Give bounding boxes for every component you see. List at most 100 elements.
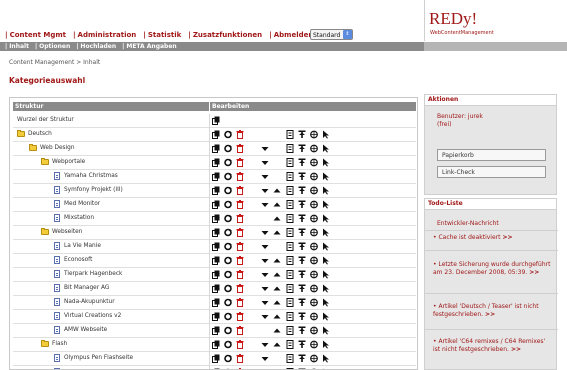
copy-icon[interactable] [212,242,220,251]
globe-icon[interactable] [310,298,318,307]
tree-item-label[interactable]: AMW Webseite [64,327,107,333]
refresh-icon[interactable] [224,340,232,349]
tree-item-label[interactable]: La Vie Manie [64,243,101,249]
refresh-icon[interactable] [224,312,232,321]
trash-icon[interactable] [236,326,244,335]
arrow-down-icon[interactable] [261,158,269,167]
page-icon[interactable] [54,326,60,334]
trash-icon[interactable] [236,242,244,251]
page-icon[interactable] [54,298,60,306]
move-icon[interactable] [298,242,306,251]
move-icon[interactable] [298,200,306,209]
trash-icon[interactable] [236,270,244,279]
folder-icon[interactable] [29,144,37,151]
arrow-up-icon[interactable] [273,298,281,307]
move-icon[interactable] [298,284,306,293]
trash-icon[interactable] [236,340,244,349]
document-icon[interactable] [286,158,294,167]
more-link[interactable]: >> [502,234,512,241]
arrow-down-icon[interactable] [261,144,269,153]
copy-icon[interactable] [212,130,220,139]
page-icon[interactable] [54,200,60,208]
cursor-icon[interactable] [322,200,330,209]
cursor-icon[interactable] [322,312,330,321]
move-icon[interactable] [298,130,306,139]
arrow-up-icon[interactable] [273,214,281,223]
copy-icon[interactable] [212,200,220,209]
globe-icon[interactable] [310,144,318,153]
globe-icon[interactable] [310,312,318,321]
tree-item-label[interactable]: Webportale [52,159,85,165]
tree-item-label[interactable]: Symfony Projekt (III) [64,187,123,193]
copy-icon[interactable] [212,228,220,237]
cursor-icon[interactable] [322,186,330,195]
trash-icon[interactable] [236,228,244,237]
arrow-up-icon[interactable] [273,256,281,265]
nav-content-mgmt[interactable]: Content Mgmt [10,31,66,39]
page-icon[interactable] [54,284,60,292]
copy-icon[interactable] [212,158,220,167]
nav-abmelden[interactable]: Abmelden [274,31,314,39]
tree-item-label[interactable]: Tierpark Hagenbeck [64,271,122,277]
refresh-icon[interactable] [224,242,232,251]
folder-icon[interactable] [17,130,25,137]
nav-administration[interactable]: Administration [78,31,137,39]
subnav-optionen[interactable]: | Optionen [35,43,70,50]
globe-icon[interactable] [310,130,318,139]
subnav-hochladen[interactable]: | Hochladen [76,43,116,50]
move-icon[interactable] [298,144,306,153]
tree-item-label[interactable]: Webseiten [52,229,82,235]
globe-icon[interactable] [310,242,318,251]
folder-icon[interactable] [41,340,49,347]
trash-icon[interactable] [236,298,244,307]
tree-item-label[interactable]: Bit Manager AG [64,285,109,291]
trash-icon[interactable] [236,172,244,181]
folder-icon[interactable] [41,158,49,165]
refresh-icon[interactable] [224,228,232,237]
globe-icon[interactable] [310,214,318,223]
arrow-down-icon[interactable] [261,200,269,209]
copy-icon[interactable] [212,144,220,153]
cursor-icon[interactable] [322,284,330,293]
cursor-icon[interactable] [322,270,330,279]
subnav-inhalt[interactable]: | Inhalt [5,43,29,50]
globe-icon[interactable] [310,186,318,195]
trash-icon[interactable] [236,256,244,265]
move-icon[interactable] [298,186,306,195]
move-icon[interactable] [298,158,306,167]
copy-icon[interactable] [212,284,220,293]
link-check-button[interactable]: Link-Check [437,166,546,178]
arrow-up-icon[interactable] [273,228,281,237]
trash-icon[interactable] [236,200,244,209]
cursor-icon[interactable] [322,172,330,181]
cursor-icon[interactable] [322,340,330,349]
arrow-down-icon[interactable] [261,340,269,349]
arrow-down-icon[interactable] [261,312,269,321]
page-icon[interactable] [54,186,60,194]
nav-zusatzfunktionen[interactable]: Zusatzfunktionen [193,31,262,39]
refresh-icon[interactable] [224,354,232,363]
move-icon[interactable] [298,298,306,307]
arrow-down-icon[interactable] [261,298,269,307]
tree-item-label[interactable]: Nada-Akupunktur [64,299,115,305]
cursor-icon[interactable] [322,228,330,237]
folder-icon[interactable] [41,228,49,235]
nav-statistik[interactable]: Statistik [148,31,181,39]
document-icon[interactable] [286,312,294,321]
view-select[interactable]: Standard ⇕ [310,29,353,40]
refresh-icon[interactable] [224,270,232,279]
document-icon[interactable] [286,270,294,279]
cursor-icon[interactable] [322,214,330,223]
cursor-icon[interactable] [322,158,330,167]
copy-icon[interactable] [212,270,220,279]
refresh-icon[interactable] [224,144,232,153]
trash-icon[interactable] [236,144,244,153]
arrow-up-icon[interactable] [273,312,281,321]
papierkorb-button[interactable]: Papierkorb [437,149,546,161]
globe-icon[interactable] [310,172,318,181]
arrow-up-icon[interactable] [273,270,281,279]
globe-icon[interactable] [310,158,318,167]
refresh-icon[interactable] [224,284,232,293]
trash-icon[interactable] [236,158,244,167]
cursor-icon[interactable] [322,130,330,139]
